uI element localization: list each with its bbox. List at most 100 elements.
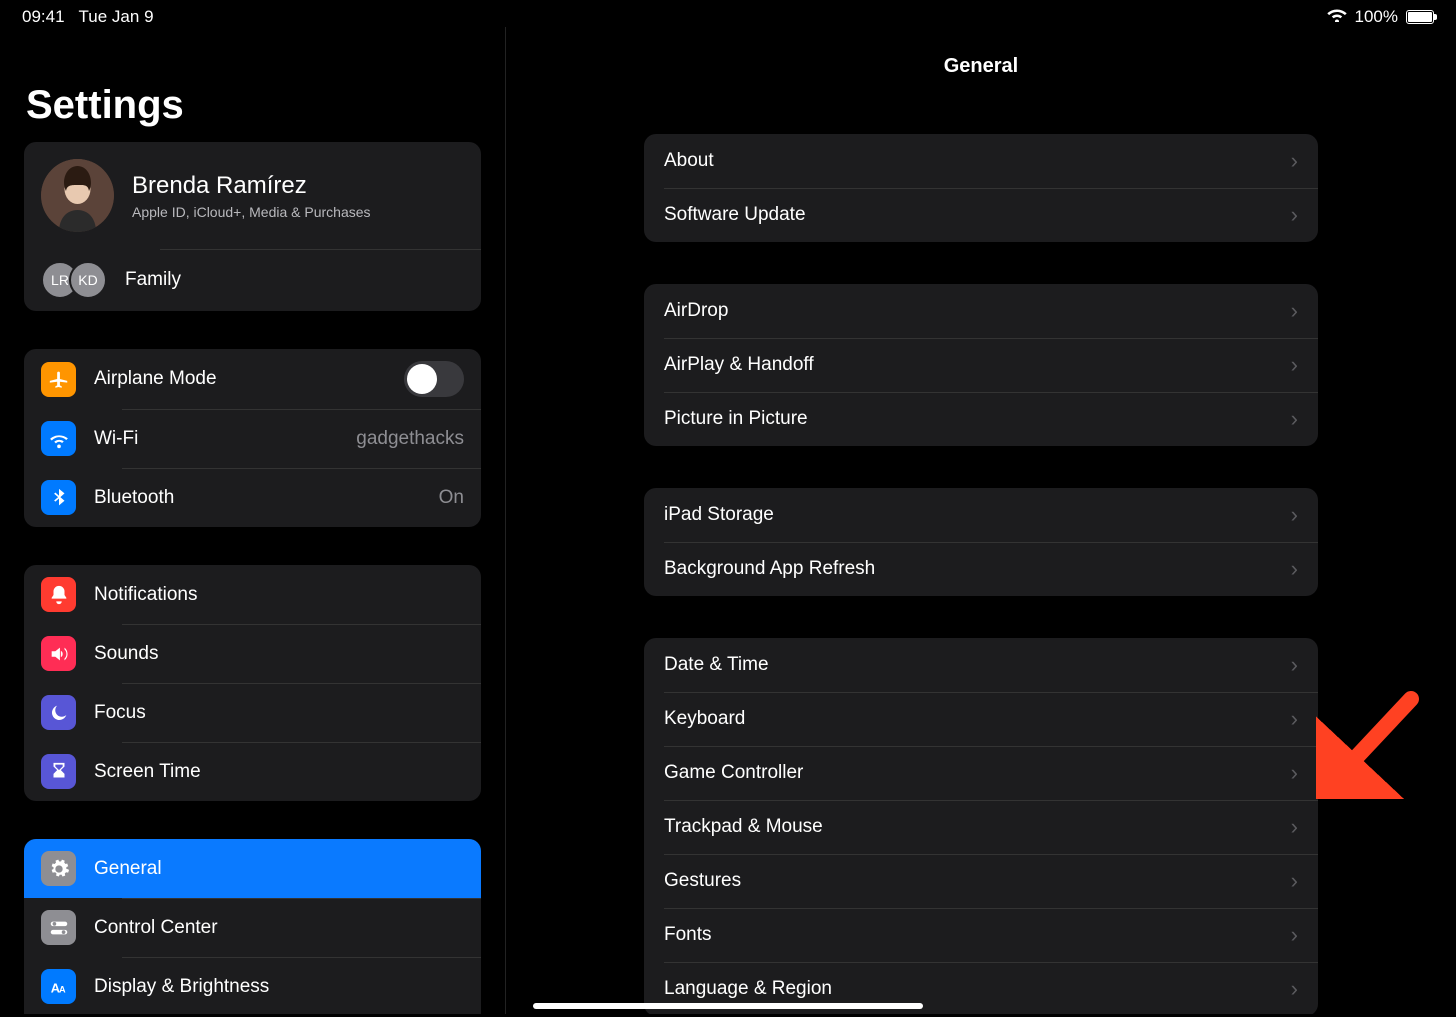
detail-row-keyboard[interactable]: Keyboard › [644, 692, 1318, 746]
detail-row-label: Language & Region [664, 978, 832, 1000]
settings-group-attention: Notifications Sounds Focus Screen Time [24, 565, 481, 801]
detail-group-input: Date & Time › Keyboard › Game Controller… [644, 638, 1318, 1014]
chevron-right-icon: › [1291, 502, 1298, 528]
profile-subtitle: Apple ID, iCloud+, Media & Purchases [132, 204, 464, 220]
detail-row-ipad-storage[interactable]: iPad Storage › [644, 488, 1318, 542]
speaker-icon [41, 636, 76, 671]
sidebar-item-controlcenter[interactable]: Control Center [24, 898, 481, 957]
sidebar-item-bluetooth[interactable]: Bluetooth On [24, 468, 481, 527]
sidebar-item-general[interactable]: General [24, 839, 481, 898]
chevron-right-icon: › [1291, 556, 1298, 582]
detail-row-label: Keyboard [664, 708, 745, 730]
bell-icon [41, 577, 76, 612]
gear-icon [41, 851, 76, 886]
detail-row-airplay-handoff[interactable]: AirPlay & Handoff › [644, 338, 1318, 392]
detail-row-label: Software Update [664, 204, 806, 226]
chevron-right-icon: › [1291, 352, 1298, 378]
sidebar-item-sounds[interactable]: Sounds [24, 624, 481, 683]
chevron-right-icon: › [1291, 976, 1298, 1002]
status-bar: 09:41 Tue Jan 9 100% [0, 0, 1456, 27]
status-time: 09:41 [22, 7, 65, 27]
detail-row-label: iPad Storage [664, 504, 774, 526]
battery-icon [1406, 10, 1434, 24]
sidebar-item-label: Control Center [94, 917, 464, 939]
switches-icon [41, 910, 76, 945]
avatar [41, 159, 114, 232]
chevron-right-icon: › [1291, 706, 1298, 732]
family-member-initials: KD [69, 261, 107, 299]
detail-pane: General About › Software Update › AirDro… [506, 27, 1456, 1014]
sidebar-item-screentime[interactable]: Screen Time [24, 742, 481, 801]
detail-row-label: Fonts [664, 924, 712, 946]
settings-group-system: General Control Center AA Display & Brig… [24, 839, 481, 1014]
chevron-right-icon: › [1291, 202, 1298, 228]
text-size-icon: AA [41, 969, 76, 1004]
detail-row-label: Date & Time [664, 654, 769, 676]
wifi-icon [41, 421, 76, 456]
detail-row-label: Background App Refresh [664, 558, 875, 580]
svg-text:A: A [59, 984, 66, 994]
sidebar-item-wifi[interactable]: Wi-Fi gadgethacks [24, 409, 481, 468]
profile-name: Brenda Ramírez [132, 172, 464, 200]
settings-group-connectivity: Airplane Mode Wi-Fi gadgethacks Bluetoot… [24, 349, 481, 527]
sidebar-item-label: Focus [94, 702, 464, 724]
detail-row-label: Trackpad & Mouse [664, 816, 823, 838]
sidebar-item-label: Bluetooth [94, 487, 421, 509]
apple-id-row[interactable]: Brenda Ramírez Apple ID, iCloud+, Media … [24, 142, 481, 249]
chevron-right-icon: › [1291, 406, 1298, 432]
sidebar-item-label: Screen Time [94, 761, 464, 783]
chevron-right-icon: › [1291, 922, 1298, 948]
detail-group-storage: iPad Storage › Background App Refresh › [644, 488, 1318, 596]
wifi-status-icon [1327, 6, 1347, 27]
chevron-right-icon: › [1291, 868, 1298, 894]
detail-row-fonts[interactable]: Fonts › [644, 908, 1318, 962]
sidebar-item-label: Sounds [94, 643, 464, 665]
detail-row-about[interactable]: About › [644, 134, 1318, 188]
moon-icon [41, 695, 76, 730]
chevron-right-icon: › [1291, 652, 1298, 678]
sidebar-item-label: Wi-Fi [94, 428, 338, 450]
family-avatars: LR KD [41, 261, 107, 299]
sidebar-item-notifications[interactable]: Notifications [24, 565, 481, 624]
page-title: Settings [26, 83, 481, 128]
detail-title: General [506, 55, 1456, 78]
family-row[interactable]: LR KD Family [24, 249, 481, 311]
chevron-right-icon: › [1291, 298, 1298, 324]
detail-row-label: AirDrop [664, 300, 728, 322]
chevron-right-icon: › [1291, 148, 1298, 174]
detail-row-background-refresh[interactable]: Background App Refresh › [644, 542, 1318, 596]
airplane-icon [41, 362, 76, 397]
detail-row-software-update[interactable]: Software Update › [644, 188, 1318, 242]
family-label: Family [125, 269, 464, 291]
detail-row-label: Game Controller [664, 762, 803, 784]
wifi-value: gadgethacks [356, 428, 464, 450]
sidebar-item-label: Display & Brightness [94, 976, 464, 998]
home-indicator[interactable] [533, 1003, 923, 1009]
hourglass-icon [41, 754, 76, 789]
bluetooth-value: On [439, 487, 464, 509]
battery-percent: 100% [1355, 7, 1398, 27]
detail-row-game-controller[interactable]: Game Controller › [644, 746, 1318, 800]
status-date: Tue Jan 9 [79, 7, 154, 27]
detail-group-about: About › Software Update › [644, 134, 1318, 242]
profile-card: Brenda Ramírez Apple ID, iCloud+, Media … [24, 142, 481, 311]
bluetooth-icon [41, 480, 76, 515]
detail-row-gestures[interactable]: Gestures › [644, 854, 1318, 908]
detail-row-label: Picture in Picture [664, 408, 808, 430]
detail-row-label: About [664, 150, 714, 172]
chevron-right-icon: › [1291, 814, 1298, 840]
airplane-toggle[interactable] [404, 361, 464, 397]
detail-row-label: Gestures [664, 870, 741, 892]
sidebar-item-airplane[interactable]: Airplane Mode [24, 349, 481, 409]
sidebar-item-label: General [94, 858, 464, 880]
detail-row-date-time[interactable]: Date & Time › [644, 638, 1318, 692]
settings-sidebar: Settings Brenda Ramírez Apple ID, iCloud… [0, 27, 506, 1014]
sidebar-item-focus[interactable]: Focus [24, 683, 481, 742]
chevron-right-icon: › [1291, 760, 1298, 786]
detail-group-airplay: AirDrop › AirPlay & Handoff › Picture in… [644, 284, 1318, 446]
detail-row-pip[interactable]: Picture in Picture › [644, 392, 1318, 446]
sidebar-item-label: Notifications [94, 584, 464, 606]
detail-row-airdrop[interactable]: AirDrop › [644, 284, 1318, 338]
sidebar-item-display[interactable]: AA Display & Brightness [24, 957, 481, 1014]
detail-row-trackpad-mouse[interactable]: Trackpad & Mouse › [644, 800, 1318, 854]
